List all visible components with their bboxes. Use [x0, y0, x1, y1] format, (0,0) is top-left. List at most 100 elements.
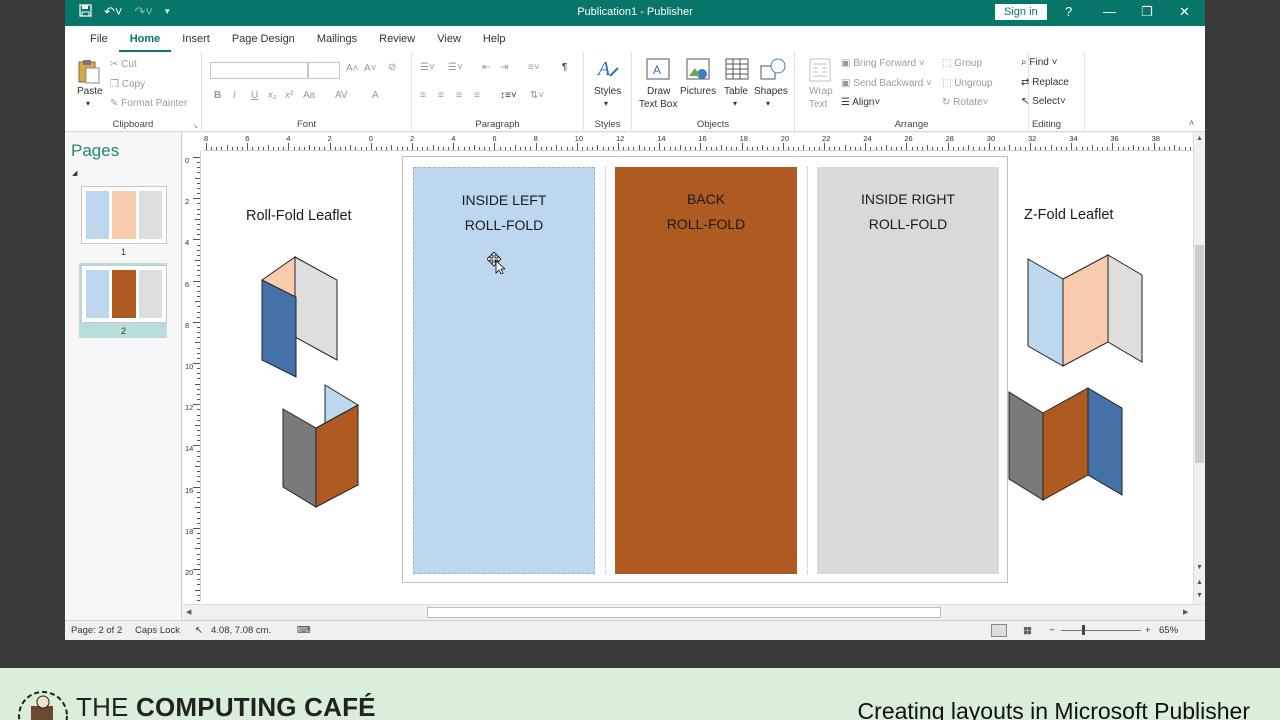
scroll-left-icon[interactable]: ◀ [186, 608, 191, 616]
horizontal-scrollbar[interactable]: ◀ ▶ [183, 604, 1205, 620]
zoom-in-button[interactable]: + [1145, 625, 1151, 636]
zoom-slider[interactable] [1061, 630, 1141, 631]
two-page-view-icon[interactable]: ▦ [1023, 625, 1032, 636]
underline-button[interactable]: U [251, 90, 258, 101]
collapse-ribbon-icon[interactable]: ˄ [1189, 118, 1194, 128]
styles-dropdown-icon[interactable]: ▾ [604, 99, 608, 108]
page-thumbnail-2[interactable] [81, 265, 167, 323]
clipboard-launcher-icon[interactable]: ↘ [192, 122, 198, 130]
tab-mailings[interactable]: Mailings [306, 26, 368, 52]
close-button[interactable]: ✕ [1179, 4, 1190, 20]
panel-inside-left[interactable]: INSIDE LEFT ROLL-FOLD [413, 167, 595, 574]
paste-dropdown-icon[interactable]: ▾ [86, 99, 90, 108]
align-right-icon[interactable]: ≡ [456, 90, 462, 101]
wrap-text-button[interactable]: Wrap [809, 86, 833, 97]
zoom-out-button[interactable]: − [1049, 625, 1055, 636]
bold-button[interactable]: B [214, 90, 221, 101]
cut-button[interactable]: ✂ Cut [110, 59, 137, 70]
font-name-combo[interactable] [210, 62, 308, 79]
horizontal-ruler[interactable]: 8 6 4 2 0 2 4 6 8 10 12 14 16 18 20 22 24 26 28 30 32 34 36 38 [203, 133, 1193, 151]
panel-inside-right[interactable]: INSIDE RIGHT ROLL-FOLD [817, 167, 999, 574]
paragraph-spacing-icon[interactable]: ⇅˅ [530, 90, 544, 101]
zoom-level[interactable]: 65% [1159, 625, 1178, 636]
font-size-combo[interactable] [308, 62, 340, 79]
shapes-dropdown-icon[interactable]: ▾ [766, 99, 770, 108]
wrap-text-icon[interactable] [809, 58, 833, 82]
tab-view[interactable]: View [426, 26, 472, 52]
align-center-icon[interactable]: ≡ [438, 90, 444, 101]
bullets-icon[interactable]: ☰˅ [420, 62, 435, 73]
line-spacing-icon[interactable]: ↕≡˅ [500, 90, 517, 101]
clear-formatting-icon[interactable]: ⊘ [388, 62, 396, 73]
shapes-icon[interactable] [760, 58, 786, 80]
paste-icon[interactable] [77, 58, 101, 84]
help-button[interactable]: ? [1065, 4, 1072, 19]
horizontal-scroll-thumb[interactable] [427, 607, 941, 618]
group-button[interactable]: ⬚ Group [942, 58, 982, 69]
pictures-icon[interactable] [686, 58, 710, 80]
tab-file[interactable]: File [79, 26, 119, 52]
pictures-button[interactable]: Pictures [680, 86, 716, 97]
minimize-button[interactable]: — [1103, 4, 1116, 19]
copy-button[interactable]: ❐ Copy [110, 79, 145, 90]
justify-icon[interactable]: ≡ [474, 90, 480, 101]
next-page-icon[interactable]: ▼ [1196, 592, 1203, 599]
panel-back[interactable]: BACK ROLL-FOLD [615, 167, 797, 574]
italic-button[interactable]: I [233, 90, 236, 101]
scroll-right-icon[interactable]: ▶ [1183, 608, 1188, 616]
tab-home[interactable]: Home [118, 26, 172, 52]
find-button[interactable]: ⌕ Find ˅ [1021, 57, 1057, 68]
format-painter-button[interactable]: ✎ Format Painter [110, 98, 187, 109]
restore-button[interactable]: ❐ [1141, 4, 1153, 20]
align-button[interactable]: ☰ Align˅ [841, 97, 880, 108]
send-backward-button[interactable]: ▣ Send Backward ˅ [841, 78, 932, 89]
shrink-font-button[interactable]: A˅ [364, 63, 377, 74]
font-color-button[interactable]: A [372, 90, 379, 101]
bring-forward-button[interactable]: ▣ Bring Forward ˅ [841, 58, 925, 69]
vertical-scrollbar[interactable]: ▲ ▼ ▲ ▼ [1193, 133, 1205, 604]
decrease-indent-icon[interactable]: ⇤ [482, 62, 490, 73]
paste-button[interactable]: Paste [77, 86, 103, 97]
scroll-up-icon[interactable]: ▲ [1196, 135, 1203, 142]
replace-button[interactable]: ⇄ Replace [1021, 77, 1069, 88]
previous-page-icon[interactable]: ▲ [1196, 579, 1203, 586]
numbering-icon[interactable]: ☰˅ [448, 62, 463, 73]
styles-icon[interactable]: A [596, 56, 620, 80]
ungroup-button[interactable]: ⬚ Ungroup [942, 78, 993, 89]
vertical-ruler[interactable]: 0 2 4 6 8 10 12 14 16 18 20 [183, 151, 201, 607]
shapes-button[interactable]: Shapes [754, 86, 788, 97]
text-box-icon[interactable]: A [646, 58, 670, 80]
scratch-area[interactable]: Roll-Fold Leaflet Z-Fold Leaflet INSIDE … [203, 152, 1193, 604]
select-button[interactable]: ↖ Select˅ [1021, 96, 1066, 107]
increase-indent-icon[interactable]: ⇥ [500, 62, 508, 73]
z-fold-diagram[interactable] [1007, 247, 1147, 507]
rotate-button[interactable]: ↻ Rotate˅ [942, 97, 988, 108]
columns-icon[interactable]: ≡˅ [528, 62, 540, 73]
grow-font-button[interactable]: A˄ [346, 63, 359, 74]
page-thumbnail-1[interactable] [81, 186, 167, 244]
superscript-button[interactable]: x² [285, 90, 293, 101]
tab-page-design[interactable]: Page Design [221, 26, 306, 52]
roll-fold-leaflet-label[interactable]: Roll-Fold Leaflet [246, 208, 352, 224]
align-left-icon[interactable]: ≡ [420, 90, 426, 101]
tab-insert[interactable]: Insert [171, 26, 221, 52]
collapse-pages-icon[interactable]: ◢ [72, 169, 77, 177]
page-indicator[interactable]: Page: 2 of 2 [71, 625, 122, 636]
scroll-down-icon[interactable]: ▼ [1196, 564, 1203, 571]
draw-text-box-button[interactable]: Draw [647, 86, 670, 97]
sign-in-button[interactable]: Sign in [995, 4, 1047, 20]
roll-fold-diagram[interactable] [253, 247, 363, 517]
subscript-button[interactable]: x₂ [268, 90, 277, 101]
table-icon[interactable] [725, 58, 749, 80]
single-page-view-icon[interactable] [991, 624, 1007, 637]
change-case-button[interactable]: Aa [303, 90, 315, 101]
z-fold-leaflet-label[interactable]: Z-Fold Leaflet [1024, 207, 1113, 223]
tab-help[interactable]: Help [472, 26, 517, 52]
table-dropdown-icon[interactable]: ▾ [733, 99, 737, 108]
tab-review[interactable]: Review [368, 26, 426, 52]
show-marks-button[interactable]: ¶ [562, 62, 567, 73]
vertical-scroll-thumb[interactable] [1195, 245, 1204, 463]
character-spacing-button[interactable]: AV [335, 90, 348, 101]
table-button[interactable]: Table [724, 86, 748, 97]
styles-button[interactable]: Styles [594, 86, 621, 97]
